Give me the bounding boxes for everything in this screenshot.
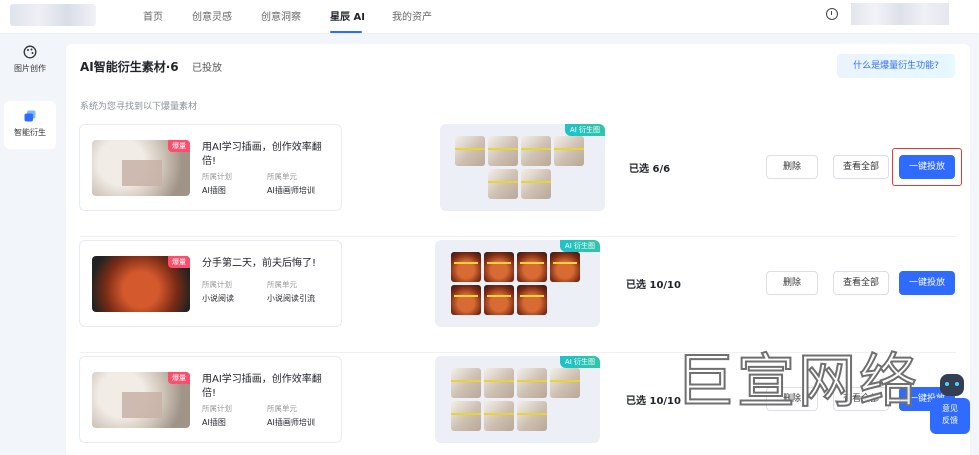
delete-button[interactable]: 删除 [766, 155, 818, 179]
help-icon[interactable] [826, 8, 838, 20]
selected-count: 已选 10/10 [626, 396, 681, 407]
derived-image[interactable] [521, 169, 551, 199]
sidebar-item-image-creation[interactable]: 图片创作 [4, 37, 56, 85]
highlight-box [892, 148, 962, 186]
feedback-label-line2: 反馈 [942, 416, 958, 425]
derived-image[interactable] [554, 136, 584, 166]
derived-image[interactable] [550, 368, 580, 398]
layers-icon [24, 110, 36, 122]
selected-count: 已选 6/6 [629, 164, 671, 175]
page-subtitle: 系统为您寻找到以下爆量素材 [80, 102, 198, 112]
nav-insight[interactable]: 创意洞察 [261, 8, 301, 23]
top-nav-bar: 首页 创意灵感 创意洞察 星辰 AI 我的资产 [0, 0, 979, 34]
source-material-card[interactable]: 爆量 用AI学习插画，创作效率翻倍! 所属计划 所属单元 AI插图 AI插画师培… [79, 356, 342, 443]
material-title: 用AI学习插画，创作效率翻倍! [202, 374, 322, 399]
unit-value: AI插画师培训 [267, 186, 315, 195]
derived-image[interactable] [550, 252, 580, 282]
material-title: 用AI学习插画，创作效率翻倍! [202, 142, 322, 167]
user-account[interactable] [851, 3, 949, 25]
unit-label: 所属单元 [267, 172, 297, 181]
blurred-face [122, 160, 162, 186]
unit-label: 所属单元 [267, 404, 297, 413]
ai-derived-tag: AI 衍生图 [564, 124, 605, 136]
derived-image[interactable] [484, 368, 514, 398]
left-sidebar: 图片创作 智能衍生 [0, 35, 60, 455]
feedback-button[interactable]: 意见 反馈 [930, 398, 970, 434]
source-material-card[interactable]: 爆量 分手第二天，前夫后悔了! 所属计划 所属单元 小说阅读 小说阅读引流 [79, 240, 342, 327]
material-row: 爆量 分手第二天，前夫后悔了! 所属计划 所属单元 小说阅读 小说阅读引流 AI… [66, 240, 970, 353]
derived-image[interactable] [517, 252, 547, 282]
nav-star-ai[interactable]: 星辰 AI [330, 8, 365, 23]
sidebar-item-smart-derive[interactable]: 智能衍生 [4, 101, 56, 149]
unit-value: AI插画师培训 [267, 418, 315, 427]
derived-image[interactable] [484, 401, 514, 431]
hot-badge: 爆量 [168, 140, 190, 152]
delete-button[interactable]: 删除 [766, 271, 818, 295]
material-thumbnail: 爆量 [92, 256, 190, 312]
logo[interactable] [10, 4, 96, 26]
derived-image[interactable] [451, 252, 481, 282]
derived-image[interactable] [484, 285, 514, 315]
derived-image[interactable] [517, 401, 547, 431]
derived-image[interactable] [488, 136, 518, 166]
plan-value: AI插图 [202, 418, 226, 427]
blurred-face [122, 392, 162, 418]
material-row: 爆量 用AI学习插画，创作效率翻倍! 所属计划 所属单元 AI插图 AI插画师培… [66, 124, 970, 237]
derived-image[interactable] [521, 136, 551, 166]
ai-derived-gallery[interactable]: AI 衍生图 [440, 124, 605, 211]
active-tab-indicator [330, 31, 362, 33]
palette-icon [23, 45, 37, 59]
plan-value: AI插图 [202, 186, 226, 195]
material-thumbnail: 爆量 [92, 372, 190, 428]
one-click-launch-button[interactable]: 一键投放 [899, 271, 955, 295]
derived-image[interactable] [455, 136, 485, 166]
nav-home[interactable]: 首页 [143, 8, 163, 23]
derived-image[interactable] [451, 285, 481, 315]
ai-derived-gallery[interactable]: AI 衍生图 [435, 240, 600, 327]
watermark: 巨宣网络 [675, 347, 921, 415]
plan-label: 所属计划 [202, 172, 232, 181]
view-all-button[interactable]: 查看全部 [833, 271, 889, 295]
ai-derived-tag: AI 衍生图 [559, 356, 600, 368]
plan-label: 所属计划 [202, 404, 232, 413]
nav-inspiration[interactable]: 创意灵感 [192, 8, 232, 23]
derived-image[interactable] [517, 285, 547, 315]
nav-my-assets[interactable]: 我的资产 [392, 8, 432, 23]
selected-count: 已选 10/10 [626, 280, 681, 291]
derived-image[interactable] [517, 368, 547, 398]
material-thumbnail: 爆量 [92, 140, 190, 196]
source-material-card[interactable]: 爆量 用AI学习插画，创作效率翻倍! 所属计划 所属单元 AI插图 AI插画师培… [79, 124, 342, 211]
unit-value: 小说阅读引流 [267, 294, 315, 303]
plan-value: 小说阅读 [202, 294, 234, 303]
derived-image[interactable] [488, 169, 518, 199]
unit-label: 所属单元 [267, 280, 297, 289]
derived-image[interactable] [451, 401, 481, 431]
help-link[interactable]: 什么是爆量衍生功能? [837, 54, 955, 78]
page-title: AI智能衍生素材·6 [80, 60, 179, 74]
hot-badge: 爆量 [168, 372, 190, 384]
derived-image[interactable] [484, 252, 514, 282]
derived-image[interactable] [451, 368, 481, 398]
row-divider [80, 236, 956, 237]
tab-launched[interactable]: 已投放 [192, 59, 222, 74]
material-title: 分手第二天，前夫后悔了! [202, 258, 317, 269]
view-all-button[interactable]: 查看全部 [833, 155, 889, 179]
feedback-label-line1: 意见 [942, 404, 958, 413]
assistant-robot-icon[interactable] [940, 374, 964, 396]
hot-badge: 爆量 [168, 256, 190, 268]
ai-derived-gallery[interactable]: AI 衍生图 [435, 356, 600, 443]
ai-derived-tag: AI 衍生图 [559, 240, 600, 252]
sidebar-item-label: 智能衍生 [14, 128, 46, 137]
plan-label: 所属计划 [202, 280, 232, 289]
sidebar-item-label: 图片创作 [14, 64, 46, 73]
